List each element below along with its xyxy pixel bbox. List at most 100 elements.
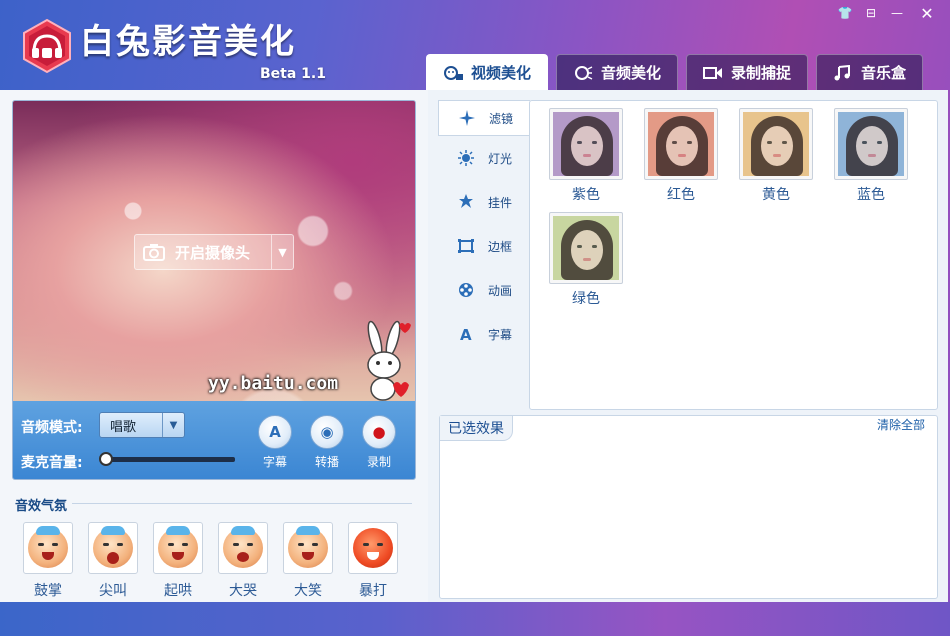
effect-beat[interactable]: 暴打: [348, 522, 398, 600]
selected-effects-panel: 已选效果 清除全部: [439, 415, 938, 599]
skin-icon[interactable]: 👕: [832, 0, 858, 26]
filter-thumbnail[interactable]: [644, 108, 718, 180]
clear-all-link[interactable]: 清除全部: [877, 416, 925, 433]
category-subtitle[interactable]: A 字幕: [438, 312, 530, 356]
footer-bar: [0, 602, 950, 636]
category-label: 动画: [488, 283, 513, 298]
filter-purple[interactable]: 紫色: [549, 108, 623, 204]
tab-audio-beautify[interactable]: 音频美化: [556, 54, 679, 90]
open-camera-button[interactable]: 开启摄像头 ▼: [134, 234, 294, 270]
rabbit-mascot-icon: [367, 320, 411, 401]
filter-label: 蓝色: [857, 187, 885, 203]
tab-label: 视频美化: [471, 64, 532, 82]
angry-face-icon: [353, 528, 393, 568]
portrait-image: [838, 112, 904, 176]
minimize-icon[interactable]: —: [884, 0, 910, 26]
menu-icon[interactable]: ⊟: [858, 0, 884, 26]
tab-video-beautify[interactable]: 视频美化: [426, 54, 549, 90]
mic-volume-slider[interactable]: [99, 452, 235, 466]
record-camera-icon: [703, 66, 723, 79]
sparkle-icon: [459, 110, 475, 126]
control-bar: 音频模式: 唱歌 ▼ 麦克音量: A 字幕 ◉ 转播 ● 录制: [13, 401, 415, 479]
filter-thumbnail[interactable]: [739, 108, 813, 180]
filter-thumbnail[interactable]: [834, 108, 908, 180]
pendant-icon: [459, 194, 473, 208]
filter-thumbnail[interactable]: [549, 212, 623, 284]
category-label: 字幕: [488, 327, 513, 342]
main-tabs: 视频美化 音频美化 录制捕捉 音乐盒: [426, 54, 924, 90]
filter-blue[interactable]: 蓝色: [834, 108, 908, 204]
applause-face-icon: [28, 526, 68, 568]
effect-cheer[interactable]: 起哄: [153, 522, 203, 600]
video-preview: 开启摄像头 ▼ yy.baitu.com: [13, 101, 415, 401]
open-camera-main[interactable]: 开启摄像头: [135, 242, 271, 263]
effect-category-list: 滤镜 灯光 挂件 边框 动画 A 字幕: [438, 100, 530, 410]
app-title: 白兔影音美化: [80, 22, 296, 62]
effect-label: 尖叫: [99, 583, 127, 599]
relay-icon: ◉: [310, 415, 344, 449]
laugh-face-icon: [288, 526, 328, 568]
portrait-image: [648, 112, 714, 176]
selected-effects-title: 已选效果: [440, 416, 513, 441]
audio-mode-select[interactable]: 唱歌 ▼: [99, 412, 185, 438]
effect-laugh[interactable]: 大笑: [283, 522, 333, 600]
film-reel-icon: [459, 283, 473, 297]
window-controls: 👕 ⊟ — ✕: [832, 0, 944, 26]
video-face-icon: [444, 65, 463, 80]
watermark-text: yy.baitu.com: [208, 373, 339, 394]
subtitle-button[interactable]: A 字幕: [253, 415, 297, 470]
filter-grid: 紫色 红色 黄色 蓝色 绿色: [529, 100, 938, 410]
svg-text:A: A: [460, 326, 472, 342]
divider: [72, 503, 412, 504]
record-dot-icon: ●: [362, 415, 396, 449]
effect-cry[interactable]: 大哭: [218, 522, 268, 600]
audio-face-icon: [575, 65, 593, 80]
effect-box[interactable]: [283, 522, 333, 574]
effect-label: 鼓掌: [34, 583, 62, 599]
close-icon[interactable]: ✕: [910, 0, 944, 26]
relay-label: 转播: [314, 455, 339, 469]
category-filter[interactable]: 滤镜: [438, 100, 530, 136]
tab-label: 录制捕捉: [731, 64, 792, 82]
portrait-image: [553, 112, 619, 176]
category-pendant[interactable]: 挂件: [438, 180, 530, 224]
chevron-down-icon: ▼: [162, 413, 184, 437]
letter-a-icon: A: [460, 326, 472, 342]
portrait-image: [743, 112, 809, 176]
record-button[interactable]: ● 录制: [357, 415, 401, 470]
category-label: 边框: [488, 239, 513, 254]
mic-volume-knob[interactable]: [99, 452, 113, 466]
effect-box[interactable]: [218, 522, 268, 574]
category-light[interactable]: 灯光: [438, 136, 530, 180]
record-label: 录制: [366, 455, 391, 469]
effect-box[interactable]: [153, 522, 203, 574]
filter-label: 紫色: [572, 187, 600, 203]
open-camera-label: 开启摄像头: [175, 243, 251, 262]
category-animation[interactable]: 动画: [438, 268, 530, 312]
tab-record-capture[interactable]: 录制捕捉: [686, 54, 809, 90]
filter-label: 绿色: [572, 291, 600, 307]
filter-green[interactable]: 绿色: [549, 212, 623, 308]
subtitle-label: 字幕: [262, 455, 287, 469]
portrait-image: [553, 216, 619, 280]
tab-music-box[interactable]: 音乐盒: [816, 54, 924, 90]
effect-box[interactable]: [23, 522, 73, 574]
effect-box[interactable]: [348, 522, 398, 574]
filter-red[interactable]: 红色: [644, 108, 718, 204]
camera-dropdown-icon[interactable]: ▼: [271, 235, 293, 269]
app-version: Beta 1.1: [260, 66, 326, 82]
category-label: 灯光: [488, 151, 513, 166]
camera-icon: [143, 244, 165, 261]
effect-box[interactable]: [88, 522, 138, 574]
music-note-icon: [834, 64, 851, 80]
frame-icon: [458, 239, 474, 253]
category-frame[interactable]: 边框: [438, 224, 530, 268]
filter-yellow[interactable]: 黄色: [739, 108, 813, 204]
effect-applause[interactable]: 鼓掌: [23, 522, 73, 600]
relay-button[interactable]: ◉ 转播: [305, 415, 349, 470]
filter-thumbnail[interactable]: [549, 108, 623, 180]
cry-face-icon: [223, 526, 263, 568]
letter-a-icon: A: [258, 415, 292, 449]
effect-label: 起哄: [164, 583, 192, 599]
effect-scream[interactable]: 尖叫: [88, 522, 138, 600]
